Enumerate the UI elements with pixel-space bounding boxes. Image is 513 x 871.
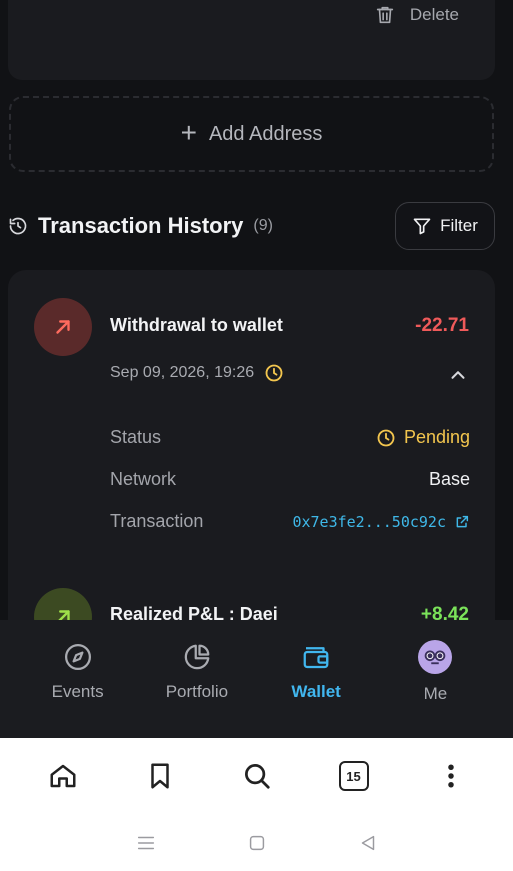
tab-me-label: Me: [423, 684, 448, 703]
chevron-up-icon[interactable]: [447, 364, 469, 386]
add-address-label: Add Address: [208, 122, 323, 145]
pie-chart-icon: [184, 644, 210, 670]
tab-portfolio-label: Portfolio: [165, 682, 229, 701]
compass-icon: [64, 644, 91, 670]
system-navigation-bar: [0, 814, 513, 871]
transaction-title[interactable]: Withdrawal to wallet: [110, 315, 283, 336]
more-vertical-icon: [447, 764, 454, 788]
transaction-date: Sep 09, 2026, 19:26: [110, 363, 284, 383]
delete-label: Delete: [409, 5, 459, 24]
back-icon[interactable]: [357, 832, 379, 854]
tab-count-badge: 15: [338, 761, 369, 791]
clock-icon: [265, 364, 283, 382]
avatar-icon: [418, 640, 453, 674]
home-icon: [50, 764, 75, 788]
wallet-screen: Delete + Add Address Transaction History…: [0, 0, 513, 738]
history-count: (9): [253, 217, 273, 234]
address-card: Delete: [8, 0, 495, 80]
tab-me[interactable]: Me: [385, 620, 485, 738]
recent-apps-icon[interactable]: [135, 832, 157, 854]
tab-portfolio[interactable]: Portfolio: [147, 620, 247, 738]
tabs-button[interactable]: 15: [334, 756, 374, 796]
status-text: Pending: [403, 427, 470, 447]
filter-label: Filter: [440, 216, 478, 235]
history-icon: [9, 217, 27, 235]
search-button[interactable]: [237, 756, 277, 796]
history-header: Transaction History (9) Filter: [8, 202, 495, 250]
tab-wallet-label: Wallet: [291, 682, 341, 701]
transaction-label: Transaction: [110, 511, 204, 531]
delete-button[interactable]: Delete: [374, 4, 459, 26]
home-nav-icon[interactable]: [246, 832, 268, 854]
bottom-tab-bar: Events Portfolio Wallet Me: [0, 620, 513, 738]
tab-events-label: Events: [51, 682, 104, 701]
wallet-icon: [303, 647, 329, 669]
plus-icon: +: [180, 116, 197, 148]
history-title: Transaction History: [38, 213, 244, 238]
status-label: Status: [110, 427, 162, 447]
network-value: Base: [428, 469, 470, 489]
home-button[interactable]: [43, 756, 83, 796]
transaction-amount: -22.71: [415, 315, 469, 336]
network-label: Network: [110, 469, 177, 489]
filter-button[interactable]: Filter: [395, 202, 495, 250]
withdrawal-icon: [34, 298, 92, 356]
external-link-icon: [456, 515, 469, 527]
browser-toolbar: 15: [0, 738, 513, 814]
bookmark-icon: [150, 763, 169, 789]
transaction-hash: 0x7e3fe2...50c92c: [292, 512, 446, 531]
transaction-row: Transaction 0x7e3fe2...50c92c: [110, 511, 470, 532]
transaction-hash-link[interactable]: 0x7e3fe2...50c92c: [292, 513, 470, 531]
more-menu-button[interactable]: [431, 756, 471, 796]
tab-wallet[interactable]: Wallet: [266, 620, 366, 738]
status-row: Status Pending: [110, 427, 470, 448]
bookmark-button[interactable]: [140, 756, 180, 796]
tab-events[interactable]: Events: [28, 620, 128, 738]
trash-icon: [376, 6, 394, 24]
transaction-date-text: Sep 09, 2026, 19:26: [110, 364, 255, 381]
pending-clock-icon: [377, 429, 395, 446]
add-address-button[interactable]: + Add Address: [9, 96, 494, 172]
network-row: Network Base: [110, 469, 470, 490]
filter-icon: [413, 218, 431, 235]
search-icon: [244, 764, 270, 789]
transaction-list: Withdrawal to wallet -22.71 Sep 09, 2026…: [8, 270, 495, 650]
status-value: Pending: [376, 427, 470, 448]
